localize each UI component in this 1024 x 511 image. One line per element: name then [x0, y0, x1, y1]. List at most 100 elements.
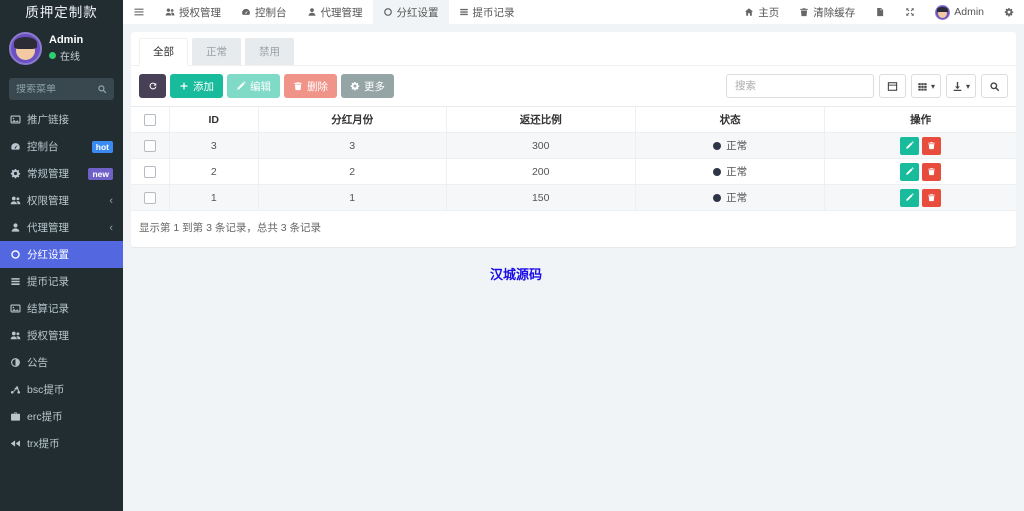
status-badge: 正常	[713, 138, 747, 153]
table-row: 3 3 300 正常	[131, 133, 1016, 159]
tab-normal[interactable]: 正常	[192, 38, 241, 65]
search-icon	[97, 84, 107, 94]
plus-icon	[179, 81, 189, 91]
main-area: 授权管理 控制台 代理管理 分红设置 提币记录 主页	[123, 0, 1024, 511]
column-header-status[interactable]: 状态	[635, 107, 824, 133]
scooter-icon	[10, 384, 21, 395]
columns-button[interactable]: ▾	[911, 74, 941, 98]
list-icon	[459, 7, 469, 17]
sidebar-item-trx-withdraw[interactable]: trx提币	[0, 430, 123, 457]
user-menu[interactable]: Admin	[925, 0, 994, 24]
toolbar-right: ▾ ▾	[726, 74, 1008, 98]
app-window: 质押定制款 Admin 在线 推广链接 控制台 hot	[0, 0, 1024, 511]
card-view-icon	[887, 81, 898, 92]
column-header-ratio[interactable]: 返还比例	[446, 107, 635, 133]
grid-icon	[917, 81, 928, 92]
sidebar-item-announcement[interactable]: 公告	[0, 349, 123, 376]
sidebar-item-withdraw-records[interactable]: 提币记录	[0, 268, 123, 295]
export-button[interactable]: ▾	[946, 74, 976, 98]
gauge-icon	[241, 7, 251, 17]
navbar-right: 主页 清除缓存 Admin	[734, 0, 1024, 24]
sidebar-item-dividend-settings[interactable]: 分红设置	[0, 241, 123, 268]
image-icon	[10, 303, 21, 314]
column-header-id[interactable]: ID	[169, 107, 258, 133]
sidebar-toggle-button[interactable]	[123, 0, 155, 24]
sidebar-item-general-management[interactable]: 常规管理 new	[0, 160, 123, 187]
cell-ratio: 150	[446, 185, 635, 211]
top-navbar: 授权管理 控制台 代理管理 分红设置 提币记录 主页	[123, 0, 1024, 24]
brand-link[interactable]: 汉城源码	[490, 264, 542, 283]
avatar	[935, 5, 950, 20]
cell-id: 3	[169, 133, 258, 159]
sidebar-item-agent-management[interactable]: 代理管理 ‹	[0, 214, 123, 241]
delete-row-button[interactable]	[922, 137, 941, 155]
delete-row-button[interactable]	[922, 163, 941, 181]
settings-button[interactable]	[994, 0, 1024, 24]
fullscreen-button[interactable]	[895, 0, 925, 24]
sidebar-item-bsc-withdraw[interactable]: bsc提币	[0, 376, 123, 403]
nav-tab-authorization-management[interactable]: 授权管理	[155, 0, 231, 24]
nav-tab-agent-management[interactable]: 代理管理	[297, 0, 373, 24]
delete-row-button[interactable]	[922, 189, 941, 207]
circle-icon	[383, 7, 393, 17]
trash-icon	[293, 81, 303, 91]
column-header-operate[interactable]: 操作	[825, 107, 1016, 133]
terminal-button[interactable]	[865, 0, 895, 24]
expand-icon	[905, 7, 915, 17]
app-title: 质押定制款	[0, 0, 123, 25]
edit-row-button[interactable]	[900, 137, 919, 155]
refresh-icon	[148, 81, 158, 91]
adjust-icon	[10, 357, 21, 368]
users-icon	[10, 195, 21, 206]
refresh-button[interactable]	[139, 74, 166, 98]
row-checkbox[interactable]	[144, 166, 156, 178]
nav-tab-dashboard[interactable]: 控制台	[231, 0, 297, 24]
sidebar-item-dashboard[interactable]: 控制台 hot	[0, 133, 123, 160]
clear-cache-button[interactable]: 清除缓存	[789, 0, 865, 24]
edit-row-button[interactable]	[900, 163, 919, 181]
sidebar-item-promotion-link[interactable]: 推广链接	[0, 106, 123, 133]
select-all-checkbox[interactable]	[144, 114, 156, 126]
gear-icon	[350, 81, 360, 91]
search-toggle-button[interactable]	[981, 74, 1008, 98]
sidebar: 质押定制款 Admin 在线 推广链接 控制台 hot	[0, 0, 123, 511]
user-icon	[10, 222, 21, 233]
circle-icon	[10, 249, 21, 260]
backward-icon	[10, 438, 21, 449]
edit-row-button[interactable]	[900, 189, 919, 207]
more-button[interactable]: 更多	[341, 74, 394, 98]
sidebar-search-input[interactable]	[16, 84, 97, 95]
edit-button[interactable]: 编辑	[227, 74, 280, 98]
trash-icon	[927, 167, 936, 176]
user-icon	[307, 7, 317, 17]
sidebar-item-erc-withdraw[interactable]: erc提币	[0, 403, 123, 430]
tab-disabled[interactable]: 禁用	[245, 38, 294, 65]
add-button[interactable]: 添加	[170, 74, 223, 98]
export-icon	[952, 81, 963, 92]
row-checkbox[interactable]	[144, 192, 156, 204]
table-search-input[interactable]	[726, 74, 874, 98]
delete-button[interactable]: 删除	[284, 74, 337, 98]
nav-tab-dividend-settings[interactable]: 分红设置	[373, 0, 449, 24]
tab-all[interactable]: 全部	[139, 38, 188, 66]
pagination-toggle-button[interactable]	[879, 74, 906, 98]
image-icon	[10, 114, 21, 125]
column-header-month[interactable]: 分红月份	[258, 107, 446, 133]
users-icon	[10, 330, 21, 341]
home-icon	[744, 7, 754, 17]
cell-ratio: 200	[446, 159, 635, 185]
status-tabs: 全部 正常 禁用	[131, 32, 1016, 66]
user-panel: Admin 在线	[0, 25, 123, 71]
nav-tab-withdraw-records[interactable]: 提币记录	[449, 0, 525, 24]
row-checkbox[interactable]	[144, 140, 156, 152]
sidebar-search	[9, 78, 114, 100]
data-table: ID 分红月份 返还比例 状态 操作 3 3 300	[131, 106, 1016, 211]
home-button[interactable]: 主页	[734, 0, 789, 24]
sidebar-item-authorization-management[interactable]: 授权管理	[0, 322, 123, 349]
navbar-user-name: Admin	[954, 6, 984, 18]
sidebar-item-settlement-records[interactable]: 结算记录	[0, 295, 123, 322]
pencil-icon	[905, 167, 914, 176]
cell-id: 1	[169, 185, 258, 211]
caret-down-icon: ▾	[966, 82, 970, 91]
sidebar-item-permission-management[interactable]: 权限管理 ‹	[0, 187, 123, 214]
